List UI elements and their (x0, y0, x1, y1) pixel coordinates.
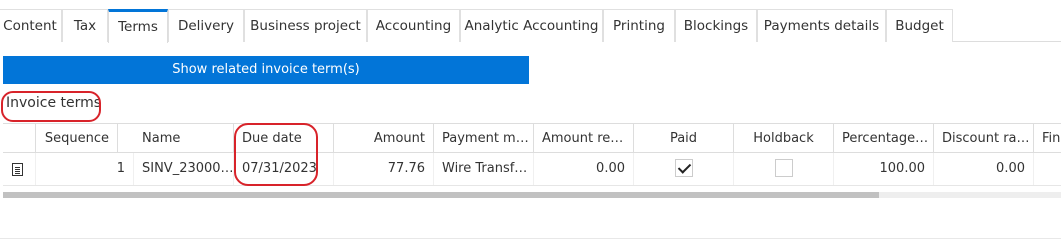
header-amount-remaining[interactable]: Amount re… (534, 124, 634, 152)
header-amount[interactable]: Amount (334, 124, 434, 152)
header-icon-column (3, 124, 36, 152)
header-discount-rate[interactable]: Discount ra… (934, 124, 1034, 152)
cell-amount: 77.76 (334, 153, 434, 185)
tab-bar: Content Tax Terms Delivery Business proj… (0, 9, 1061, 43)
highlight-ring-due-date (234, 123, 318, 186)
header-sequence[interactable]: Sequence (36, 124, 118, 152)
show-related-invoice-terms-button[interactable]: Show related invoice term(s) (3, 56, 529, 84)
holdback-checkbox[interactable] (774, 158, 793, 177)
table-row[interactable]: 1 SINV_23000… 07/31/2023 77.76 Wire Tran… (3, 153, 1061, 186)
header-financial-discount[interactable]: Fin (1034, 124, 1061, 152)
tab-content[interactable]: Content (0, 9, 62, 42)
header-payment-mode[interactable]: Payment m… (434, 124, 534, 152)
horizontal-scrollbar-thumb[interactable] (3, 192, 879, 198)
cell-percentage: 100.00 (834, 153, 934, 185)
tab-payments-details[interactable]: Payments details (757, 9, 886, 42)
horizontal-scrollbar[interactable] (3, 192, 1061, 198)
header-holdback[interactable]: Holdback (734, 124, 834, 152)
paid-checkbox[interactable] (674, 158, 693, 177)
tab-budget[interactable]: Budget (886, 9, 953, 42)
cell-name: SINV_23000… (134, 153, 234, 185)
cell-paid (634, 153, 734, 185)
header-name[interactable]: Name (134, 124, 234, 152)
cell-payment-mode: Wire Transf… (434, 153, 534, 185)
tab-accounting[interactable]: Accounting (367, 9, 460, 42)
header-percentage[interactable]: Percentage… (834, 124, 934, 152)
tab-printing[interactable]: Printing (603, 9, 675, 42)
cell-sequence: 1 (36, 153, 134, 185)
header-paid[interactable]: Paid (634, 124, 734, 152)
invoice-terms-grid: Sequence Name Due date Amount Payment m…… (3, 123, 1061, 200)
highlight-ring-section-title (1, 91, 101, 122)
tab-tax[interactable]: Tax (62, 9, 108, 42)
grid-header-row: Sequence Name Due date Amount Payment m…… (3, 123, 1061, 153)
cell-financial-discount (1034, 153, 1061, 185)
tab-delivery[interactable]: Delivery (168, 9, 244, 42)
tab-blockings[interactable]: Blockings (675, 9, 757, 42)
cell-discount-rate: 0.00 (934, 153, 1034, 185)
cell-amount-remaining: 0.00 (534, 153, 634, 185)
tab-terms[interactable]: Terms (108, 9, 168, 43)
cell-holdback (734, 153, 834, 185)
document-icon[interactable] (12, 163, 23, 176)
row-icon-cell[interactable] (3, 153, 36, 185)
divider (0, 238, 1061, 239)
tab-business-project[interactable]: Business project (244, 9, 367, 42)
tab-analytic-accounting[interactable]: Analytic Accounting (460, 9, 603, 42)
